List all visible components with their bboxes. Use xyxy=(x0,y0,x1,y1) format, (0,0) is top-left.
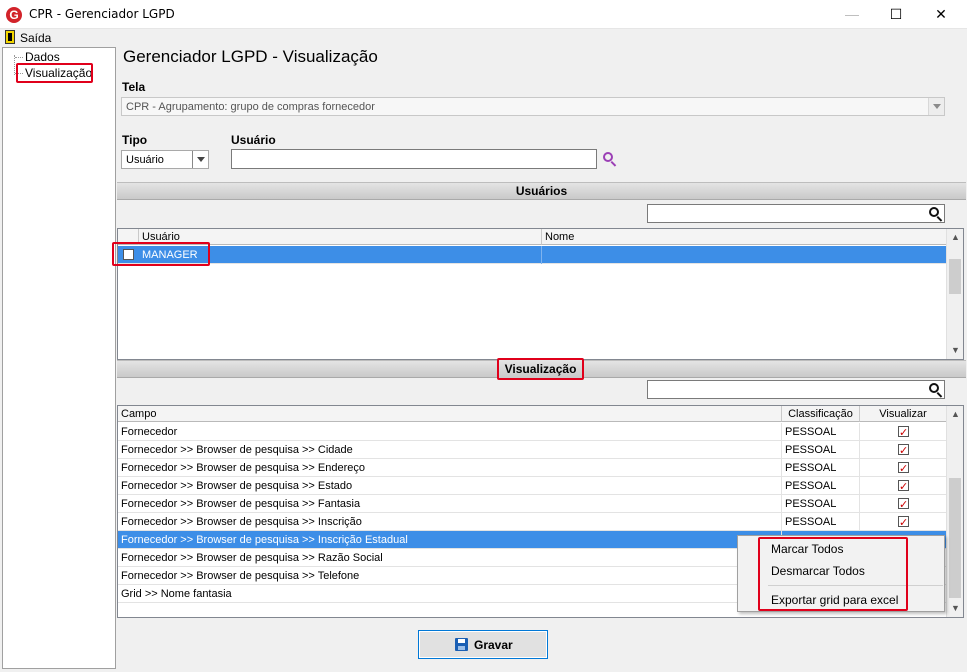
tree-line xyxy=(14,55,15,75)
visualizar-checkbox[interactable] xyxy=(898,460,909,477)
grid-header-classificacao[interactable]: Classificação xyxy=(782,406,860,422)
cell-campo: Fornecedor xyxy=(118,423,782,441)
table-row[interactable]: Fornecedor >> Browser de pesquisa >> Ins… xyxy=(118,513,947,531)
visualizar-checkbox[interactable] xyxy=(898,478,909,495)
table-row[interactable]: Fornecedor >> Browser de pesquisa >> End… xyxy=(118,459,947,477)
users-section-header: Usuários xyxy=(117,182,966,200)
search-icon[interactable] xyxy=(929,383,943,398)
cell-campo: Fornecedor >> Browser de pesquisa >> Est… xyxy=(118,477,782,495)
menu-exit[interactable]: Saída xyxy=(20,31,51,45)
scroll-thumb[interactable] xyxy=(949,259,961,294)
cell-nome xyxy=(542,246,947,264)
minimize-icon[interactable]: — xyxy=(829,0,875,29)
cell-classificacao: PESSOAL xyxy=(782,513,860,531)
chevron-down-icon[interactable] xyxy=(192,151,208,168)
cell-visualizar[interactable] xyxy=(860,459,947,477)
menu-bar xyxy=(0,29,967,47)
visualizar-checkbox[interactable] xyxy=(898,496,909,513)
cell-campo: Fornecedor >> Browser de pesquisa >> End… xyxy=(118,459,782,477)
highlight-frame xyxy=(112,242,210,266)
cell-visualizar[interactable] xyxy=(860,477,947,495)
save-button[interactable]: Gravar xyxy=(418,630,548,659)
table-row[interactable]: Fornecedor >> Browser de pesquisa >> Est… xyxy=(118,477,947,495)
visualizar-checkbox[interactable] xyxy=(898,424,909,441)
tree-line xyxy=(15,57,23,58)
grid-header-campo[interactable]: Campo xyxy=(118,406,782,422)
users-grid[interactable]: Usuário Nome MANAGER ▲ ▼ xyxy=(117,228,964,360)
tree-item-dados[interactable]: Dados xyxy=(25,50,60,64)
tela-select[interactable]: CPR - Agrupamento: grupo de compras forn… xyxy=(121,97,945,116)
scroll-thumb[interactable] xyxy=(949,478,961,598)
view-search-input[interactable] xyxy=(647,380,945,399)
scroll-down-icon[interactable]: ▼ xyxy=(947,342,964,359)
window-title: CPR - Gerenciador LGPD xyxy=(29,7,175,21)
floppy-disk-icon xyxy=(455,638,468,651)
save-button-label: Gravar xyxy=(474,638,513,652)
tela-select-value: CPR - Agrupamento: grupo de compras forn… xyxy=(126,101,375,113)
cell-classificacao: PESSOAL xyxy=(782,477,860,495)
tipo-label: Tipo xyxy=(122,133,148,147)
cell-visualizar[interactable] xyxy=(860,423,947,441)
cell-classificacao: PESSOAL xyxy=(782,459,860,477)
scroll-up-icon[interactable]: ▲ xyxy=(947,406,964,423)
cell-visualizar[interactable] xyxy=(860,513,947,531)
tela-label: Tela xyxy=(122,80,146,94)
usuario-label: Usuário xyxy=(231,133,276,147)
table-row[interactable]: Fornecedor >> Browser de pesquisa >> Cid… xyxy=(118,441,947,459)
cell-campo: Fornecedor >> Browser de pesquisa >> Cid… xyxy=(118,441,782,459)
usuario-input[interactable] xyxy=(231,149,597,169)
users-search-input[interactable] xyxy=(647,204,945,223)
table-row[interactable]: Fornecedor PESSOAL xyxy=(118,423,947,441)
cell-classificacao: PESSOAL xyxy=(782,441,860,459)
search-icon[interactable] xyxy=(603,152,617,167)
cell-campo: Fornecedor >> Browser de pesquisa >> Ins… xyxy=(118,531,782,549)
highlight-frame xyxy=(16,63,93,83)
cell-campo: Grid >> Nome fantasia xyxy=(118,585,782,603)
table-row[interactable]: Fornecedor >> Browser de pesquisa >> Fan… xyxy=(118,495,947,513)
cell-classificacao: PESSOAL xyxy=(782,495,860,513)
grid-header-nome[interactable]: Nome xyxy=(542,229,947,245)
highlight-frame xyxy=(758,537,908,611)
close-icon[interactable]: ✕ xyxy=(918,0,964,29)
chevron-down-icon[interactable] xyxy=(928,98,944,115)
cell-visualizar[interactable] xyxy=(860,495,947,513)
exit-door-icon[interactable] xyxy=(5,30,15,44)
users-scrollbar[interactable]: ▲ ▼ xyxy=(946,229,963,359)
search-icon[interactable] xyxy=(929,207,943,222)
visualizar-checkbox[interactable] xyxy=(898,514,909,531)
scroll-down-icon[interactable]: ▼ xyxy=(947,600,964,617)
cell-classificacao: PESSOAL xyxy=(782,423,860,441)
cell-visualizar[interactable] xyxy=(860,441,947,459)
page-title: Gerenciador LGPD - Visualização xyxy=(123,47,378,66)
cell-campo: Fornecedor >> Browser de pesquisa >> Tel… xyxy=(118,567,782,585)
grid-header-visualizar[interactable]: Visualizar xyxy=(860,406,947,422)
scroll-up-icon[interactable]: ▲ xyxy=(947,229,964,246)
table-row[interactable]: MANAGER xyxy=(118,246,947,264)
navigation-tree xyxy=(2,47,116,669)
view-section-title: Visualização xyxy=(497,358,584,380)
maximize-icon[interactable]: ☐ xyxy=(873,0,919,29)
tipo-select-value: Usuário xyxy=(126,154,164,166)
cell-campo: Fornecedor >> Browser de pesquisa >> Raz… xyxy=(118,549,782,567)
tipo-select[interactable]: Usuário xyxy=(121,150,209,169)
app-logo-icon: G xyxy=(6,7,22,23)
cell-campo: Fornecedor >> Browser de pesquisa >> Fan… xyxy=(118,495,782,513)
cell-campo: Fornecedor >> Browser de pesquisa >> Ins… xyxy=(118,513,782,531)
view-scrollbar[interactable]: ▲ ▼ xyxy=(946,406,963,617)
visualizar-checkbox[interactable] xyxy=(898,442,909,459)
